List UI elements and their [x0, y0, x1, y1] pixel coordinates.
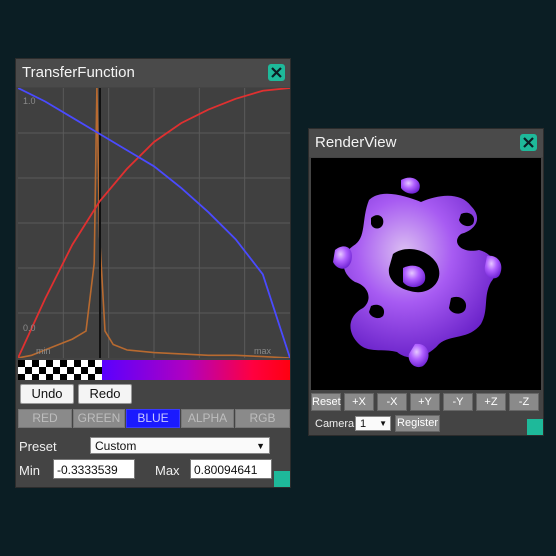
channel-blue-button[interactable]: BLUE: [126, 409, 180, 428]
channel-green-button[interactable]: GREEN: [73, 409, 125, 428]
view-plus-x-button[interactable]: +X: [344, 393, 374, 411]
max-label: Max: [155, 463, 180, 478]
close-icon[interactable]: [520, 134, 537, 151]
camera-label: Camera:: [315, 418, 358, 430]
undo-button[interactable]: Undo: [20, 384, 74, 404]
max-input[interactable]: 0.80094641: [190, 459, 272, 479]
x-max-label: max: [254, 346, 272, 356]
min-input[interactable]: -0.3333539: [53, 459, 135, 479]
y-max-label: 1.0: [23, 96, 36, 106]
transfer-function-title: TransferFunction: [22, 64, 135, 81]
close-icon[interactable]: [268, 64, 285, 81]
resize-handle[interactable]: [274, 471, 290, 487]
render-viewport[interactable]: [311, 158, 541, 390]
transfer-function-graph[interactable]: 1.0 0.0 min max: [18, 88, 290, 358]
color-bar[interactable]: [18, 360, 290, 380]
view-plus-z-button[interactable]: +Z: [476, 393, 506, 411]
min-label: Min: [19, 463, 40, 478]
camera-select[interactable]: 1 ▼: [355, 416, 391, 431]
x-min-label: min: [36, 346, 51, 356]
alpha-checkerboard: [18, 360, 102, 380]
dropdown-arrow-icon: ▼: [256, 441, 265, 451]
preset-label: Preset: [19, 439, 57, 454]
view-plus-y-button[interactable]: +Y: [410, 393, 440, 411]
resize-handle[interactable]: [527, 419, 543, 435]
channel-rgb-button[interactable]: RGB: [235, 409, 290, 428]
transfer-function-panel: TransferFunction 1.0 0.0 min max Undo Re…: [15, 58, 291, 488]
render-view-titlebar[interactable]: RenderView: [309, 129, 543, 157]
camera-value: 1: [360, 418, 367, 430]
reset-camera-button[interactable]: Reset: [311, 393, 341, 411]
channel-red-button[interactable]: RED: [18, 409, 72, 428]
preset-select[interactable]: Custom ▼: [90, 437, 270, 454]
y-min-label: 0.0: [23, 323, 36, 333]
view-minus-y-button[interactable]: -Y: [443, 393, 473, 411]
graph-grid: [18, 88, 290, 358]
render-view-panel: RenderView Reset +X -X +Y -Y +Z -Z Camer…: [308, 128, 544, 436]
preset-value: Custom: [95, 439, 137, 453]
volume-rendering: [333, 177, 502, 368]
dropdown-arrow-icon: ▼: [379, 419, 387, 428]
color-gradient: [102, 360, 290, 380]
channel-alpha-button[interactable]: ALPHA: [181, 409, 234, 428]
register-button[interactable]: Register: [395, 415, 440, 432]
view-minus-z-button[interactable]: -Z: [509, 393, 539, 411]
render-view-title: RenderView: [315, 134, 397, 151]
redo-button[interactable]: Redo: [78, 384, 132, 404]
view-minus-x-button[interactable]: -X: [377, 393, 407, 411]
transfer-function-titlebar[interactable]: TransferFunction: [16, 59, 290, 87]
